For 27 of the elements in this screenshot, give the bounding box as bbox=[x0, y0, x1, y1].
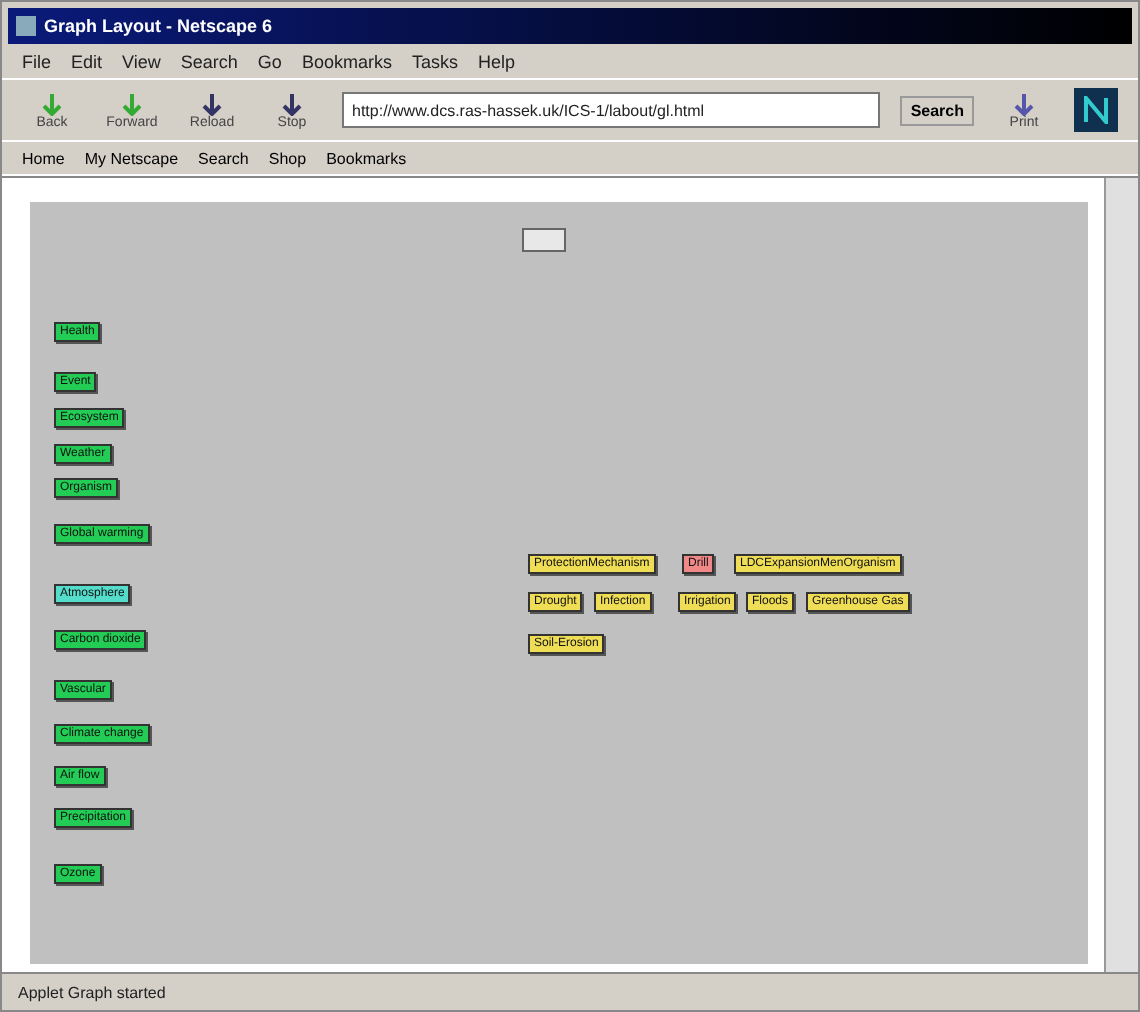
menu-item[interactable]: Tasks bbox=[411, 52, 458, 72]
arrow-icon bbox=[40, 91, 64, 115]
arrow-icon bbox=[280, 91, 304, 115]
bookmark-link[interactable]: Search bbox=[198, 149, 249, 167]
window-icon bbox=[16, 16, 36, 36]
menu-item[interactable]: Edit bbox=[71, 52, 103, 72]
arrow-icon bbox=[200, 91, 224, 115]
search-button[interactable]: Search bbox=[900, 95, 974, 125]
menu-item[interactable]: Go bbox=[257, 52, 282, 72]
bookmark-link[interactable]: Shop bbox=[268, 149, 307, 167]
menu-item[interactable]: Help bbox=[477, 52, 515, 72]
applet-button[interactable] bbox=[522, 228, 566, 252]
menu-item[interactable]: File bbox=[22, 52, 52, 72]
arrow-icon bbox=[1012, 91, 1036, 115]
arrow-icon bbox=[120, 91, 144, 115]
bookmark-link[interactable]: Home bbox=[22, 149, 65, 167]
netscape-logo bbox=[1074, 88, 1118, 132]
url-text: http://www.dcs.ras-hassek.uk/ICS-1/labout/gl.html bbox=[352, 101, 705, 119]
scrollbar[interactable] bbox=[1104, 178, 1138, 972]
menu-item[interactable]: Search bbox=[180, 52, 238, 72]
address-field[interactable]: http://www.dcs.ras-hassek.uk/ICS-1/labout/gl.html bbox=[342, 92, 881, 128]
menu-item[interactable]: View bbox=[122, 52, 161, 72]
bookmark-link[interactable]: My Netscape bbox=[84, 149, 179, 167]
bookmark-link[interactable]: Bookmarks bbox=[326, 149, 407, 167]
menu-item[interactable]: Bookmarks bbox=[301, 52, 392, 72]
status-text: Applet Graph started bbox=[18, 983, 166, 1001]
window-title: Graph Layout - Netscape 6 bbox=[44, 16, 273, 36]
